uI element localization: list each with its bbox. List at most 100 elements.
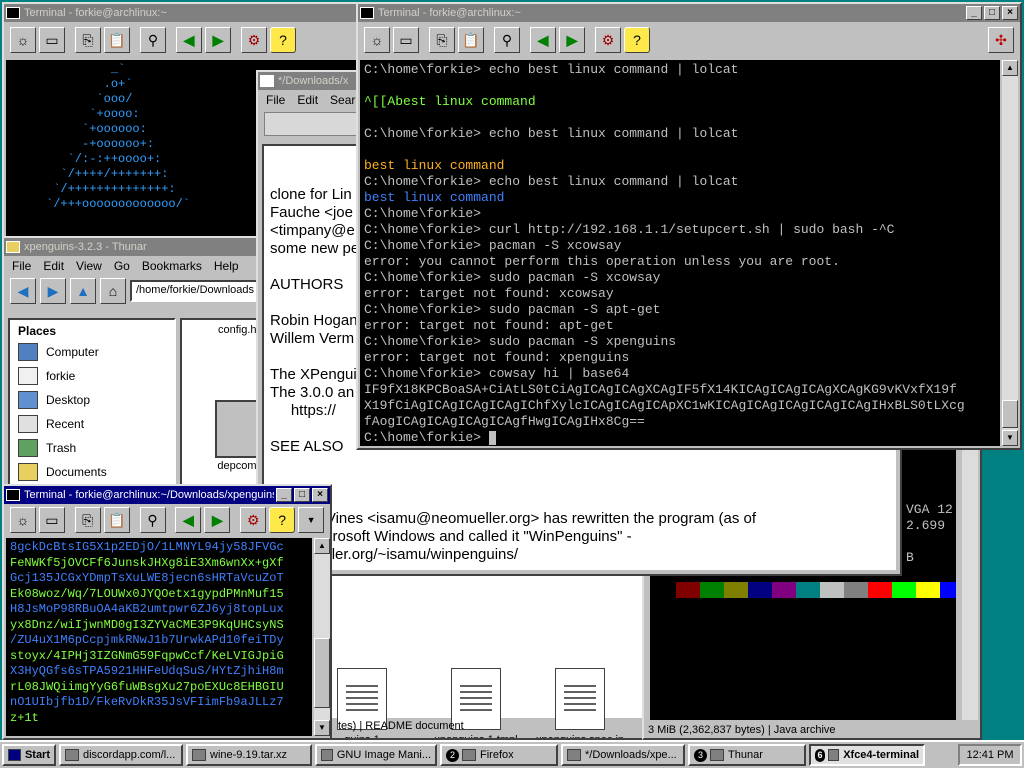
palette-swatch [916, 582, 940, 598]
help-icon[interactable]: ? [624, 27, 650, 53]
copy-icon[interactable]: ⎘ [75, 27, 101, 53]
menu-item[interactable]: Go [114, 259, 130, 273]
places-item[interactable]: Computer [18, 340, 166, 364]
scrollbar[interactable] [962, 448, 978, 720]
new-tab-icon[interactable]: ▭ [39, 27, 65, 53]
settings-icon[interactable]: ⚙ [240, 507, 267, 533]
places-item[interactable]: Desktop [18, 388, 166, 412]
taskbar-button[interactable]: discordapp.com/l... [59, 744, 183, 766]
new-window-icon[interactable]: ☼ [10, 27, 36, 53]
maximize-button[interactable]: □ [294, 488, 310, 502]
taskbar-button[interactable]: 2 Firefox [440, 744, 558, 766]
taskbar-button[interactable]: wine-9.19.tar.xz [186, 744, 312, 766]
terminal-line: X3HyQGfs6sTPA5921HHFeUdqSuS/HYtZjhiH8m [10, 664, 284, 678]
text-line: 1) for Microsoft Windows and called it "… [270, 528, 632, 545]
copy-icon[interactable]: ⎘ [429, 27, 455, 53]
terminal-line: fAogICAgICAgICAgICAgfHwgICAgIHx8Cg== [364, 414, 645, 429]
menu-item[interactable]: Bookmarks [142, 259, 202, 273]
start-button[interactable]: Start [2, 744, 56, 766]
scroll-thumb[interactable] [314, 638, 330, 708]
settings-icon[interactable]: ⚙ [241, 27, 267, 53]
menu-item[interactable]: File [266, 93, 285, 107]
toolbar: ☼ ▭ ⎘ 📋 ⚲ ◀ ▶ ⚙ ? ▼ [4, 504, 330, 536]
scroll-down-button[interactable]: ▼ [1002, 430, 1018, 446]
title-bar[interactable]: Terminal - forkie@archlinux:~/Downloads/… [4, 486, 330, 504]
scroll-thumb[interactable] [1002, 400, 1018, 428]
up-icon[interactable]: ▲ [70, 278, 96, 304]
forward-icon[interactable]: ▶ [205, 27, 231, 53]
scrollbar[interactable]: ▲ ▼ [1002, 60, 1018, 446]
palette-swatch [652, 582, 676, 598]
palette-swatch [724, 582, 748, 598]
new-tab-icon[interactable]: ▭ [393, 27, 419, 53]
scroll-up-button[interactable]: ▲ [1002, 60, 1018, 76]
menu-item[interactable]: Edit [43, 259, 64, 273]
find-icon[interactable]: ⚲ [139, 507, 166, 533]
palette-swatch [892, 582, 916, 598]
toolbar: ☼ ▭ ⎘ 📋 ⚲ ◀ ▶ ⚙ ? [4, 22, 360, 58]
maximize-button[interactable]: □ [984, 6, 1000, 20]
places-item[interactable]: Recent [18, 412, 166, 436]
taskbar: Start discordapp.com/l... wine-9.19.tar.x… [0, 740, 1024, 768]
forward-icon[interactable]: ▶ [204, 507, 231, 533]
back-icon[interactable]: ◀ [10, 278, 36, 304]
scroll-down-button[interactable]: ▼ [314, 720, 330, 736]
title-bar[interactable]: Terminal - forkie@archlinux:~ _ □ × [358, 4, 1020, 22]
clock[interactable]: 12:41 PM [958, 744, 1022, 766]
place-icon [18, 463, 38, 481]
taskbar-button[interactable]: 3 Thunar [688, 744, 806, 766]
taskbar-button[interactable]: 6 Xfce4-terminal [809, 744, 925, 766]
scroll-up-button[interactable]: ▲ [314, 538, 330, 554]
dropdown-icon[interactable]: ▼ [298, 507, 324, 533]
home-icon[interactable]: ⌂ [100, 278, 126, 304]
terminal-output[interactable]: 8gckDcBtsIG5X1p2EDjO/1LMNYL94jy58JFVGc Fe… [6, 538, 312, 736]
find-icon[interactable]: ⚲ [494, 27, 520, 53]
menu-item[interactable]: View [76, 259, 102, 273]
status-bar: 3 MiB (2,362,837 bytes) | Java archive [648, 724, 978, 736]
taskbar-button[interactable]: */Downloads/xpe... [561, 744, 685, 766]
terminal-line: C:\home\forkie> echo best linux command … [364, 174, 739, 189]
terminal-line: stoyx/4IPHj3IZGNmG59FqpwCcf/KeLVIGJpiG [10, 648, 284, 663]
find-icon[interactable]: ⚲ [140, 27, 166, 53]
places-item[interactable]: Documents [18, 460, 166, 484]
terminal-line: rL08JWQiimgYyG6fuWBsgXu27poEXUc8EHBGIU [10, 679, 284, 694]
close-button[interactable]: × [1002, 6, 1018, 20]
place-label: Desktop [46, 393, 91, 407]
minimize-button[interactable]: _ [276, 488, 292, 502]
scrollbar[interactable]: ▲ ▼ [314, 538, 330, 736]
paste-icon[interactable]: 📋 [104, 27, 130, 53]
paste-icon[interactable]: 📋 [458, 27, 484, 53]
clock-text: 12:41 PM [966, 749, 1014, 761]
places-item[interactable]: Trash [18, 436, 166, 460]
taskbar-label: wine-9.19.tar.xz [210, 749, 288, 761]
close-button[interactable]: × [312, 488, 328, 502]
menu-item[interactable]: Help [214, 259, 239, 273]
minimize-button[interactable]: _ [966, 6, 982, 20]
places-item[interactable]: forkie [18, 364, 166, 388]
menu-item[interactable]: Edit [297, 93, 318, 107]
small-terminal-window[interactable]: Terminal - forkie@archlinux:~/Downloads/… [2, 484, 332, 740]
place-icon [18, 343, 38, 361]
back-icon[interactable]: ◀ [175, 507, 202, 533]
paste-icon[interactable]: 📋 [103, 507, 130, 533]
back-icon[interactable]: ◀ [176, 27, 202, 53]
back-icon[interactable]: ◀ [530, 27, 556, 53]
main-terminal-window[interactable]: Terminal - forkie@archlinux:~ _ □ × ☼ ▭ … [356, 2, 1022, 450]
settings-icon[interactable]: ⚙ [595, 27, 621, 53]
help-icon[interactable]: ? [269, 507, 296, 533]
new-window-icon[interactable]: ☼ [364, 27, 390, 53]
fullscreen-icon[interactable]: ✣ [988, 27, 1014, 53]
forward-icon[interactable]: ▶ [559, 27, 585, 53]
help-icon[interactable]: ? [270, 27, 296, 53]
terminal-output[interactable]: C:\home\forkie> echo best linux command … [360, 60, 1000, 446]
title-bar[interactable]: Terminal - forkie@archlinux:~ [4, 4, 360, 22]
new-tab-icon[interactable]: ▭ [38, 507, 65, 533]
taskbar-button[interactable]: GNU Image Mani... [315, 744, 437, 766]
copy-icon[interactable]: ⎘ [74, 507, 101, 533]
terminal-line: nO1UIbjfb1D/FkeRvDkR35JsVFIimFb9aJLLz7 [10, 695, 284, 709]
menu-item[interactable]: File [12, 259, 31, 273]
new-window-icon[interactable]: ☼ [10, 507, 36, 533]
terminal-line: 8gckDcBtsIG5X1p2EDjO/1LMNYL94jy58JFVGc [10, 540, 284, 554]
forward-icon[interactable]: ▶ [40, 278, 66, 304]
